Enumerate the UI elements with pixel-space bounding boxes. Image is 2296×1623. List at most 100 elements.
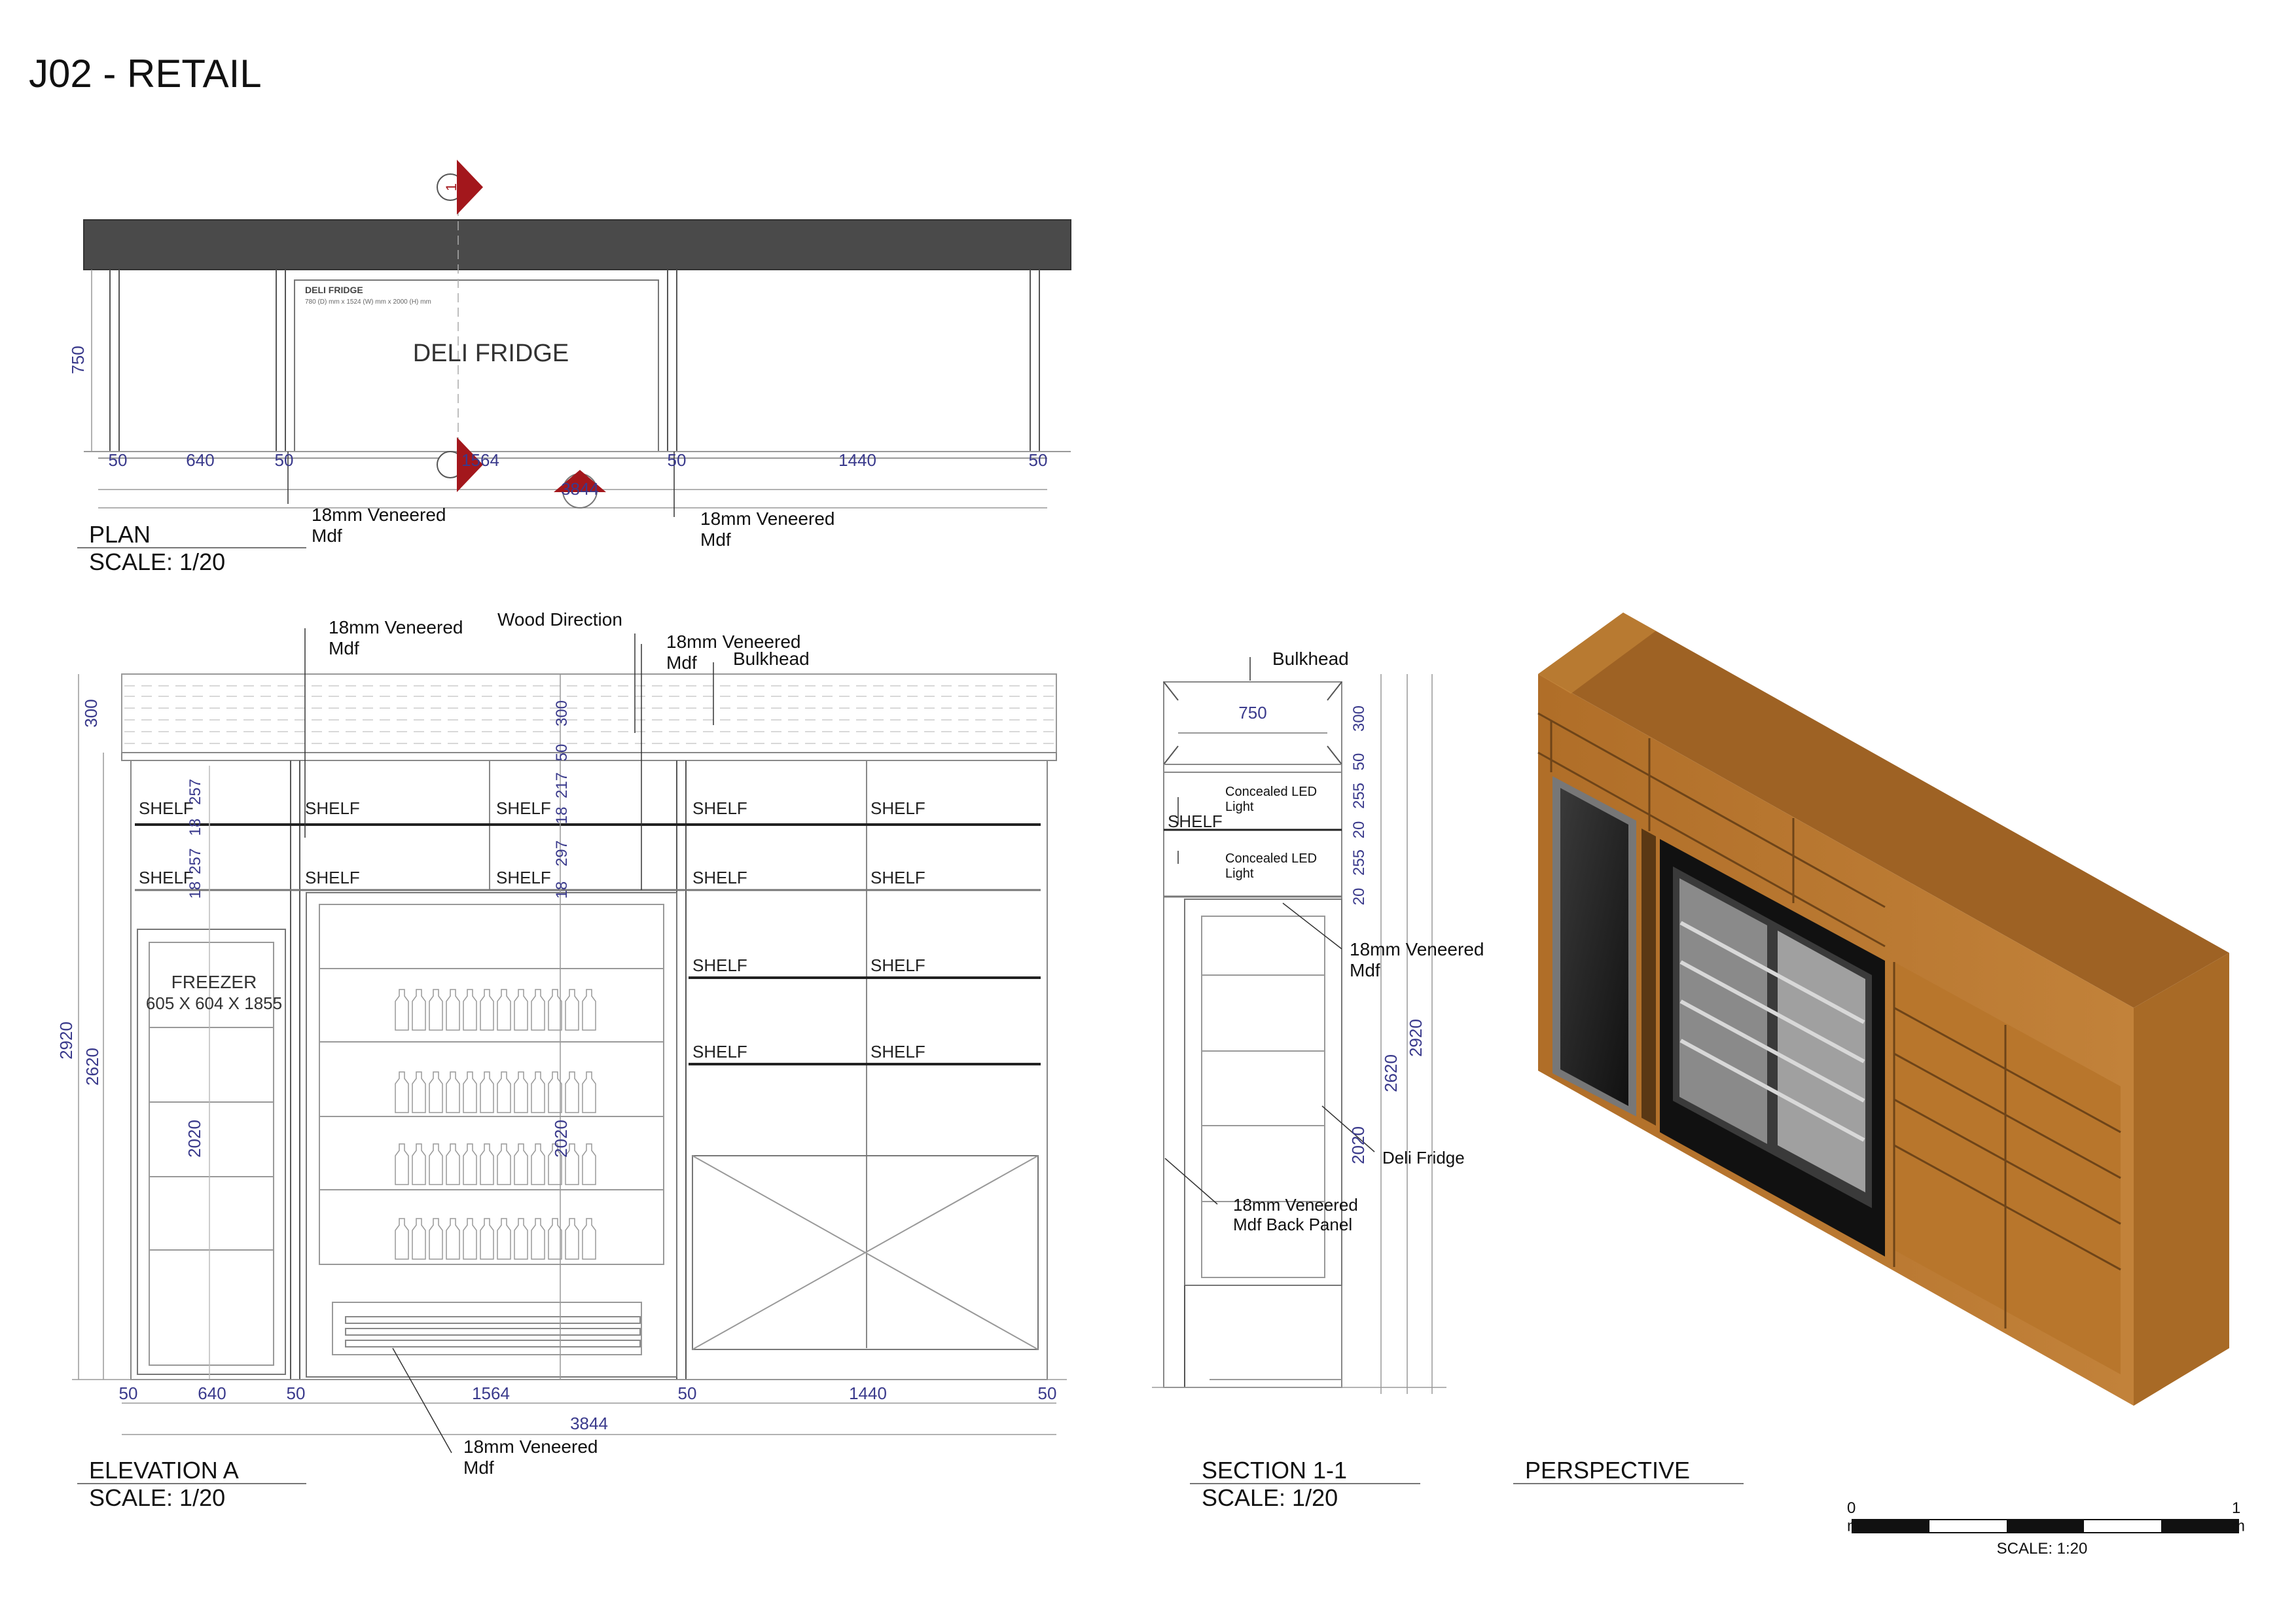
bottle-icon <box>514 1071 528 1113</box>
scale-bar-start: 0m <box>1847 1499 1860 1535</box>
elev-dim-b-1564: 1564 <box>472 1383 510 1403</box>
bottle-icon <box>548 1071 562 1113</box>
plan-dim-50-b: 50 <box>275 450 294 470</box>
bottle-icon <box>565 1218 579 1260</box>
shelf-label-6: SHELF <box>139 868 194 887</box>
sec-note-led1: Concealed LED Light <box>1225 785 1317 814</box>
bottle-icon <box>412 989 426 1031</box>
sec-note-veneer: 18mm Veneered Mdf <box>1350 939 1484 980</box>
plan-dim-640: 640 <box>186 450 214 470</box>
bottle-icon <box>480 1143 494 1185</box>
bottle-icon <box>514 1218 528 1260</box>
section-view <box>1152 657 1446 1394</box>
shelf-label-12: SHELF <box>870 955 925 975</box>
plan-deli-label: DELI FRIDGE <box>413 340 569 367</box>
plan-dim-1564: 1564 <box>461 450 499 470</box>
bottle-icon <box>446 989 460 1031</box>
sec-dim-20-b: 20 <box>1350 888 1368 906</box>
elev-note-top-left: 18mm Veneered Mdf <box>329 617 463 658</box>
elev-dim-mid-50: 50 <box>553 744 571 762</box>
elev-dim-mid-2020: 2020 <box>551 1120 571 1158</box>
elev-dim-2020-left: 2020 <box>185 1120 204 1158</box>
elev-dim-mid-300: 300 <box>553 700 571 726</box>
plan-dim-50-c: 50 <box>668 450 687 470</box>
plan-ceiling-band <box>83 219 1071 270</box>
sec-dim-255-b: 255 <box>1350 849 1368 876</box>
bottle-icon <box>446 1218 460 1260</box>
bottle-icon <box>463 1218 477 1260</box>
sec-dim-2020: 2020 <box>1348 1126 1368 1164</box>
elev-dim-b-50-b: 50 <box>287 1383 306 1403</box>
elev-dim-total: 3844 <box>570 1414 608 1433</box>
bottle-icon <box>446 1071 460 1113</box>
sec-dim-20-a: 20 <box>1350 821 1368 839</box>
shelf-label-10: SHELF <box>870 868 925 887</box>
bottle-icon <box>514 1143 528 1185</box>
bottle-icon <box>497 989 511 1031</box>
plan-dim-total: 3844 <box>561 479 599 499</box>
sec-note-led2: Concealed LED Light <box>1225 851 1317 881</box>
bottle-icon <box>429 989 443 1031</box>
elev-dim-mid-297: 297 <box>553 840 571 866</box>
plan-dim-depth: 750 <box>68 346 88 374</box>
elev-note-bulkhead: Bulkhead <box>733 649 810 669</box>
elev-dim-mid-18-b: 18 <box>553 882 571 899</box>
bottle-icon <box>395 1218 409 1260</box>
plan-dim-1440: 1440 <box>838 450 876 470</box>
bottle-icon <box>463 989 477 1031</box>
bottle-icon <box>480 989 494 1031</box>
plan-note-left: 18mm Veneered Mdf <box>312 505 446 546</box>
bottle-icon <box>582 1218 596 1260</box>
shelf-label-7: SHELF <box>305 868 360 887</box>
shelf-label-2: SHELF <box>305 798 360 818</box>
bottle-icon <box>514 989 528 1031</box>
elev-dim-b-640: 640 <box>198 1383 226 1403</box>
plan-deli-small-title: DELI FRIDGE <box>305 285 363 295</box>
elev-dim-300: 300 <box>81 699 101 727</box>
plan-dim-50-d: 50 <box>1029 450 1048 470</box>
perspective-side <box>2134 953 2229 1406</box>
elev-note-wood: Wood Direction <box>497 609 622 630</box>
bottle-icon <box>582 989 596 1031</box>
perspective-view <box>1537 613 2229 1406</box>
bottle-icon <box>531 1071 545 1113</box>
shelf-label-9: SHELF <box>692 868 747 887</box>
bottle-icon <box>497 1218 511 1260</box>
bottle-icon <box>531 1218 545 1260</box>
scale-bar <box>1852 1519 2239 1533</box>
elevation-deli-fridge <box>306 892 677 1378</box>
elev-dim-2620: 2620 <box>82 1048 102 1086</box>
plan-deli-small-spec: 780 (D) mm x 1524 (W) mm x 2000 (H) mm <box>305 298 431 306</box>
elevation-carcass <box>130 760 1048 1380</box>
elev-dim-mid-18-a: 18 <box>553 807 571 825</box>
plan-section-marker-label: 1 <box>443 183 459 191</box>
bottle-icon <box>565 1071 579 1113</box>
elev-dim-18-b: 18 <box>187 882 204 899</box>
section-scale: SCALE: 1/20 <box>1202 1484 1338 1511</box>
bottle-icon <box>582 1071 596 1113</box>
bottle-icon <box>429 1071 443 1113</box>
freezer-size: 605 X 604 X 1855 <box>146 993 282 1013</box>
bottle-icon <box>412 1071 426 1113</box>
bottle-icon <box>548 989 562 1031</box>
plan-caption: PLAN <box>89 521 151 548</box>
plan-note-right: 18mm Veneered Mdf <box>700 508 834 550</box>
bottle-icon <box>395 1143 409 1185</box>
bottle-icon <box>412 1218 426 1260</box>
bottle-icon <box>480 1218 494 1260</box>
sec-note-bulkhead: Bulkhead <box>1272 649 1349 669</box>
shelf-label-13: SHELF <box>692 1042 747 1061</box>
sec-dim-300: 300 <box>1350 705 1368 732</box>
bottle-icon <box>531 989 545 1031</box>
bottle-icon <box>463 1143 477 1185</box>
elev-dim-b-50-c: 50 <box>678 1383 697 1403</box>
plan-scale: SCALE: 1/20 <box>89 548 226 575</box>
sec-note-back: 18mm Veneered Mdf Back Panel <box>1233 1195 1358 1234</box>
bottle-icon <box>582 1143 596 1185</box>
elev-dim-18-a: 18 <box>187 819 204 836</box>
elev-dim-2920: 2920 <box>56 1022 76 1060</box>
elev-dim-b-50-d: 50 <box>1038 1383 1057 1403</box>
bottle-icon <box>412 1143 426 1185</box>
bottle-icon <box>480 1071 494 1113</box>
bottle-icon <box>565 989 579 1031</box>
